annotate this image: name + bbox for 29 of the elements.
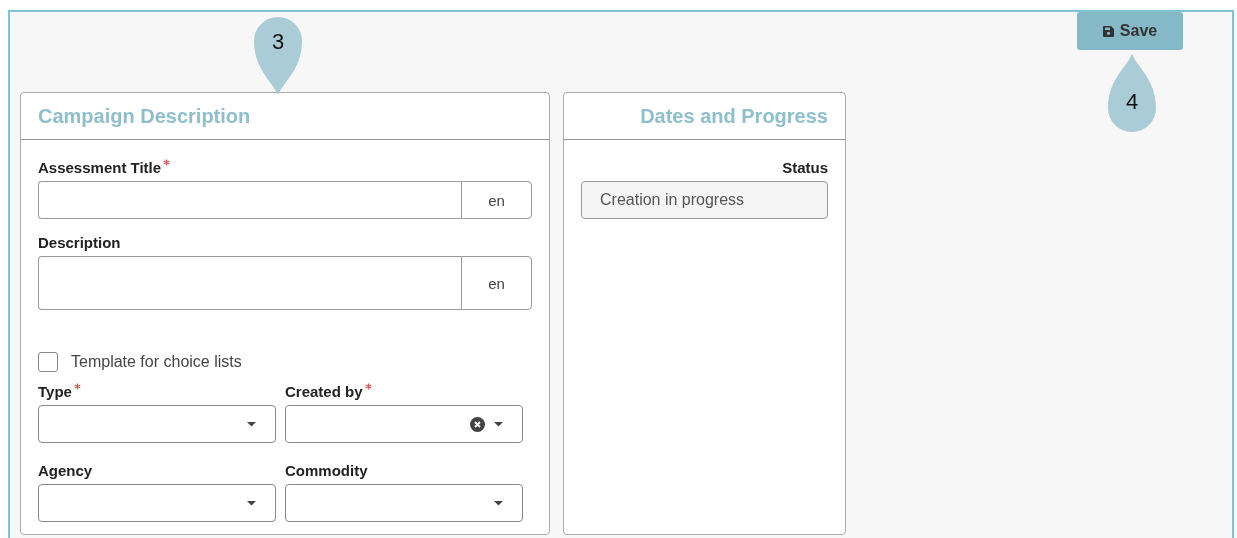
- checkbox[interactable]: [38, 352, 58, 372]
- field-label: Created by: [285, 382, 363, 400]
- select-field[interactable]: [285, 484, 523, 522]
- callout-marker: 4: [1108, 54, 1156, 132]
- caret-icon: [494, 500, 503, 506]
- language-addon[interactable]: en: [461, 256, 532, 310]
- field-label: Status: [782, 158, 828, 176]
- select-field[interactable]: [285, 405, 523, 443]
- callout-marker: 3: [254, 17, 302, 95]
- caret-icon: [494, 421, 503, 427]
- select-field[interactable]: [38, 405, 276, 443]
- field-label: Type: [38, 382, 72, 400]
- caret-icon: [247, 421, 256, 427]
- field-label: Assessment Title: [38, 158, 162, 176]
- card-title: Dates and Progress: [640, 104, 828, 128]
- textarea-field[interactable]: [38, 256, 461, 310]
- input-field[interactable]: [38, 181, 461, 219]
- status-field: Creation in progress: [581, 181, 828, 219]
- checkbox-label: Template for choice lists: [71, 353, 242, 371]
- save-icon: [1102, 25, 1114, 37]
- language-addon[interactable]: en: [461, 181, 532, 219]
- card-title: Campaign Description: [38, 104, 251, 128]
- select-field[interactable]: [38, 484, 276, 522]
- field-label: Agency: [38, 461, 93, 479]
- clear-icon[interactable]: [470, 416, 485, 432]
- caret-icon: [247, 500, 256, 506]
- save-button[interactable]: Save: [1077, 12, 1183, 50]
- field-label: Commodity: [285, 461, 368, 479]
- field-label: Description: [38, 233, 121, 251]
